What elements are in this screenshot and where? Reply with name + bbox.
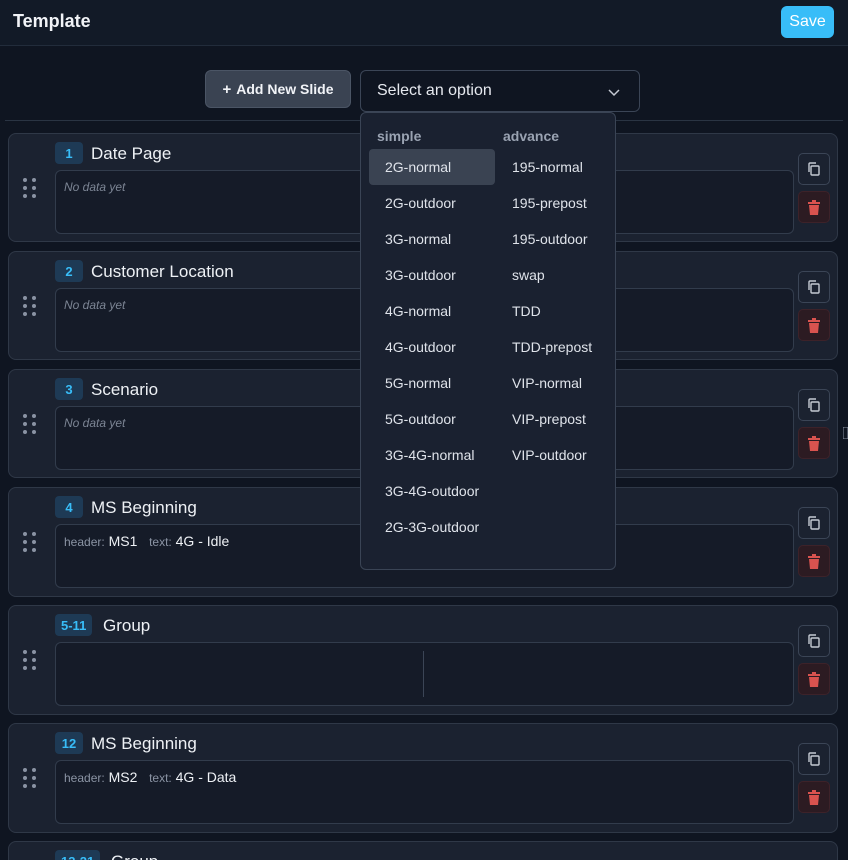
slide-card: 5-11 Group [8, 605, 838, 715]
resize-grip-icon[interactable] [843, 427, 848, 439]
slide-type-select[interactable]: Select an option [360, 70, 640, 112]
trash-icon [808, 199, 820, 215]
delete-button[interactable] [798, 427, 830, 459]
option-swap[interactable]: swap [496, 257, 622, 293]
option-2g-normal[interactable]: 2G-normal [369, 149, 495, 185]
select-value: Select an option [377, 82, 492, 99]
delete-button[interactable] [798, 191, 830, 223]
drag-handle-icon[interactable] [23, 532, 37, 554]
delete-button[interactable] [798, 545, 830, 577]
duplicate-button[interactable] [798, 153, 830, 185]
delete-button[interactable] [798, 781, 830, 813]
option-4g-outdoor[interactable]: 4G-outdoor [369, 329, 495, 365]
trash-icon [808, 553, 820, 569]
option-tdd-prepost[interactable]: TDD-prepost [496, 329, 622, 365]
copy-icon [808, 752, 820, 766]
drag-handle-icon[interactable] [23, 178, 37, 200]
slide-number-badge: 4 [55, 496, 83, 518]
drag-handle-icon[interactable] [23, 414, 37, 436]
save-button[interactable]: Save [781, 6, 834, 38]
text-key: text: [149, 535, 172, 549]
group-divider [423, 651, 424, 697]
group-content-box [55, 642, 794, 706]
slide-title: Scenario [91, 380, 159, 399]
option-vip-prepost[interactable]: VIP-prepost [496, 401, 622, 437]
text-key: text: [149, 771, 172, 785]
copy-icon [808, 162, 820, 176]
header-key: header: [64, 771, 105, 785]
plus-icon: + [222, 80, 232, 98]
option-3g-normal[interactable]: 3G-normal [369, 221, 495, 257]
duplicate-button[interactable] [798, 625, 830, 657]
chevron-down-icon [608, 89, 620, 97]
header-value: MS1 [108, 533, 138, 549]
drag-handle-icon[interactable] [23, 296, 37, 318]
option-2g-3g-outdoor[interactable]: 2G-3G-outdoor [369, 509, 495, 545]
empty-text: No data yet [64, 180, 126, 194]
option-3g-4g-outdoor[interactable]: 3G-4G-outdoor [369, 473, 495, 509]
top-bar: Template Save [0, 0, 848, 46]
empty-text: No data yet [64, 298, 126, 312]
trash-icon [808, 435, 820, 451]
duplicate-button[interactable] [798, 507, 830, 539]
duplicate-button[interactable] [798, 743, 830, 775]
copy-icon [808, 398, 820, 412]
header-key: header: [64, 535, 105, 549]
delete-button[interactable] [798, 309, 830, 341]
trash-icon [808, 789, 820, 805]
option-195-prepost[interactable]: 195-prepost [496, 185, 622, 221]
copy-icon [808, 280, 820, 294]
slide-card: 12 MS Beginning header: MS2 text: 4G - D… [8, 723, 838, 833]
slide-number-badge: 13-21 [55, 850, 101, 860]
advance-group-header: advance [503, 128, 560, 144]
text-value: 4G - Data [175, 769, 237, 785]
trash-icon [808, 317, 820, 333]
slide-type-dropdown: simple advance 2G-normal 2G-outdoor 3G-n… [360, 112, 616, 570]
slide-number-badge: 1 [55, 142, 83, 164]
option-195-normal[interactable]: 195-normal [496, 149, 622, 185]
slide-content-box: header: MS2 text: 4G - Data [55, 760, 794, 824]
copy-icon [808, 516, 820, 530]
add-new-slide-button[interactable]: + Add New Slide [205, 70, 351, 108]
drag-handle-icon[interactable] [23, 650, 37, 672]
simple-group-header: simple [377, 128, 422, 144]
option-vip-outdoor[interactable]: VIP-outdoor [496, 437, 622, 473]
trash-icon [808, 671, 820, 687]
option-2g-outdoor[interactable]: 2G-outdoor [369, 185, 495, 221]
slide-title: MS Beginning [91, 498, 197, 517]
slide-card: 13-21 Group [8, 841, 838, 860]
option-5g-outdoor[interactable]: 5G-outdoor [369, 401, 495, 437]
option-195-outdoor[interactable]: 195-outdoor [496, 221, 622, 257]
header-value: MS2 [108, 769, 138, 785]
slide-title: MS Beginning [91, 734, 197, 753]
option-4g-normal[interactable]: 4G-normal [369, 293, 495, 329]
option-tdd[interactable]: TDD [496, 293, 622, 329]
slide-title: Customer Location [91, 262, 234, 281]
text-value: 4G - Idle [175, 533, 230, 549]
option-vip-normal[interactable]: VIP-normal [496, 365, 622, 401]
option-5g-normal[interactable]: 5G-normal [369, 365, 495, 401]
slide-number-badge: 3 [55, 378, 83, 400]
duplicate-button[interactable] [798, 271, 830, 303]
slide-number-badge: 5-11 [55, 614, 93, 636]
page-title: Template [13, 11, 91, 31]
delete-button[interactable] [798, 663, 830, 695]
slide-title: Date Page [91, 144, 172, 163]
slide-fields: header: MS2 text: 4G - Data [64, 769, 236, 785]
copy-icon [808, 634, 820, 648]
option-3g-4g-normal[interactable]: 3G-4G-normal [369, 437, 495, 473]
add-new-slide-label: Add New Slide [236, 81, 334, 97]
option-3g-outdoor[interactable]: 3G-outdoor [369, 257, 495, 293]
drag-handle-icon[interactable] [23, 768, 37, 790]
slide-title: Group [103, 616, 151, 635]
duplicate-button[interactable] [798, 389, 830, 421]
slide-number-badge: 2 [55, 260, 83, 282]
slide-title: Group [111, 852, 158, 860]
slide-fields: header: MS1 text: 4G - Idle [64, 533, 229, 549]
slide-number-badge: 12 [55, 732, 83, 754]
empty-text: No data yet [64, 416, 126, 430]
